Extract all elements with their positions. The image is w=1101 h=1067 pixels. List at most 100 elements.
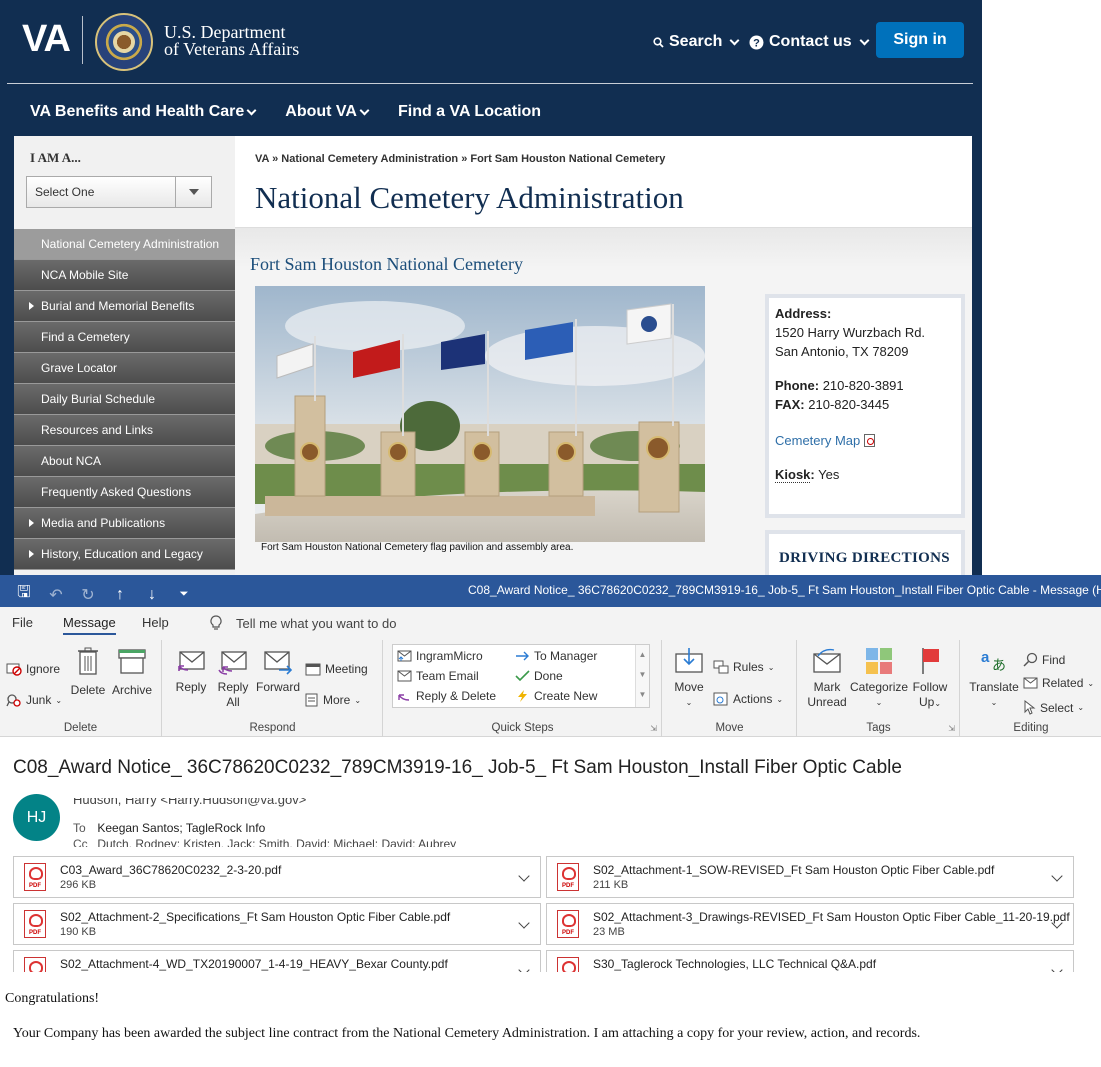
categorize-label: Categorize: [850, 680, 909, 694]
attachment-item[interactable]: S02_Attachment-2_Specifications_Ft Sam H…: [13, 903, 541, 945]
nav-find-location[interactable]: Find a VA Location: [398, 103, 541, 121]
qs-team-email[interactable]: Team Email: [397, 669, 479, 683]
meeting-button[interactable]: Meeting: [305, 662, 368, 676]
va-logo[interactable]: VA: [22, 18, 71, 61]
to-line: To Keegan Santos; TagleRock Info: [73, 821, 265, 835]
sidebar-item-history[interactable]: History, Education and Legacy: [14, 539, 235, 570]
arrow-up-icon[interactable]: ↑: [110, 586, 130, 604]
sender-avatar[interactable]: HJ: [13, 794, 60, 841]
tab-help[interactable]: Help: [142, 615, 169, 630]
kiosk-value: Yes: [818, 467, 840, 482]
group-delete: Ignore Junk ⌄ Delete Archive Delete: [0, 640, 162, 737]
sidebar-item-media[interactable]: Media and Publications: [14, 508, 235, 539]
address-line-1: 1520 Harry Wurzbach Rd.: [775, 325, 926, 340]
sign-in-button[interactable]: Sign in: [876, 22, 964, 58]
qs-to-manager[interactable]: To Manager: [515, 649, 597, 663]
reply-icon: [178, 651, 205, 671]
tab-message[interactable]: Message: [63, 615, 116, 635]
sidebar-item-mobile[interactable]: NCA Mobile Site: [14, 260, 235, 291]
actions-button[interactable]: Actions ⌄: [713, 692, 783, 706]
rules-button[interactable]: Rules ⌄: [713, 660, 774, 674]
attachment-item[interactable]: C03_Award_36C78620C0232_2-3-20.pdf 296 K…: [13, 856, 541, 898]
nav-find-label: Find a VA Location: [397, 103, 542, 120]
search-label: Search: [669, 33, 723, 50]
arrow-down-icon[interactable]: ↓: [142, 586, 162, 604]
ignore-button[interactable]: Ignore: [6, 662, 60, 676]
driving-directions-heading: DRIVING DIRECTIONS: [779, 550, 950, 566]
search-menu[interactable]: Search: [653, 33, 740, 51]
attachment-item[interactable]: S02_Attachment-1_SOW-REVISED_Ft Sam Hous…: [546, 856, 1074, 898]
translate-button[interactable]: aあ Translate ⌄: [965, 646, 1023, 710]
related-button[interactable]: Related ⌄: [1023, 676, 1094, 690]
qs-create-new[interactable]: Create New: [515, 689, 597, 703]
chevron-down-icon[interactable]: [1051, 870, 1063, 882]
forward-button[interactable]: Forward: [255, 648, 301, 695]
chevron-down-icon[interactable]: [518, 870, 530, 882]
nav-benefits[interactable]: VA Benefits and Health Care: [30, 103, 257, 121]
mark-unread-button[interactable]: Mark Unread: [802, 646, 852, 710]
dialog-launcher-icon[interactable]: ⇲: [650, 724, 657, 733]
pdf-file-icon: [557, 957, 579, 972]
more-button[interactable]: More ⌄: [305, 693, 361, 707]
breadcrumb[interactable]: VA » National Cemetery Administration » …: [255, 153, 665, 165]
translate-label: Translate: [969, 680, 1019, 694]
sidebar-item-about-nca[interactable]: About NCA: [14, 446, 235, 477]
customize-qat-icon[interactable]: ⏷: [174, 588, 194, 601]
sidebar-item-label: Resources and Links: [41, 423, 154, 437]
chevron-down-icon[interactable]: [518, 917, 530, 929]
qs-reply-delete[interactable]: Reply & Delete: [397, 689, 496, 703]
tab-file[interactable]: File: [12, 615, 33, 630]
to-recipients[interactable]: Keegan Santos; TagleRock Info: [97, 821, 265, 835]
qs-ingrammicro[interactable]: IngramMicro: [397, 649, 483, 663]
redo-icon[interactable]: ↻: [78, 585, 98, 605]
archive-button[interactable]: Archive: [110, 646, 154, 698]
va-seal-icon[interactable]: [95, 13, 153, 71]
follow-up-button[interactable]: Follow Up⌄: [908, 646, 952, 711]
attachment-item[interactable]: S02_Attachment-3_Drawings-REVISED_Ft Sam…: [546, 903, 1074, 945]
attachment-name: S02_Attachment-4_WD_TX20190007_1-4-19_HE…: [60, 957, 448, 971]
cc-recipients[interactable]: Dutch, Rodney; Kristen, Jack; Smith, Dav…: [97, 837, 456, 847]
chevron-down-icon[interactable]: [1051, 964, 1063, 972]
undo-icon[interactable]: ↶: [46, 585, 66, 605]
sidebar-item-resources[interactable]: Resources and Links: [14, 415, 235, 446]
quick-steps-gallery: IngramMicro To Manager Team Email Done R…: [392, 644, 650, 708]
cemetery-map-link[interactable]: Cemetery Map: [775, 433, 860, 448]
select-label: Select: [1040, 700, 1074, 715]
sidebar-item-nca[interactable]: National Cemetery Administration: [14, 229, 235, 260]
sidebar-item-grave-locator[interactable]: Grave Locator: [14, 353, 235, 384]
junk-button[interactable]: Junk ⌄: [6, 693, 62, 707]
sidebar-item-label: National Cemetery Administration: [41, 237, 220, 251]
reply-button[interactable]: Reply: [171, 648, 211, 695]
nav-about-va[interactable]: About VA: [285, 103, 370, 121]
attachment-item[interactable]: S30_Taglerock Technologies, LLC Technica…: [546, 950, 1074, 972]
attachment-name: S02_Attachment-1_SOW-REVISED_Ft Sam Hous…: [593, 863, 995, 877]
sidebar-item-label: Frequently Asked Questions: [41, 485, 192, 499]
sidebar-item-burial-schedule[interactable]: Daily Burial Schedule: [14, 384, 235, 415]
quick-steps-scroll[interactable]: ▲ ▼ ▼: [635, 645, 649, 707]
sender-line[interactable]: Hudson, Harry <Harry.Hudson@va.gov>: [73, 798, 306, 807]
delete-button[interactable]: Delete: [70, 646, 106, 698]
qs-done[interactable]: Done: [515, 669, 563, 683]
left-sidebar: I AM A... Select One National Cemetery A…: [14, 136, 235, 575]
va-department-name[interactable]: U.S. Department of Veterans Affairs: [164, 23, 299, 58]
i-am-a-select[interactable]: Select One: [26, 176, 212, 208]
find-button[interactable]: Find: [1023, 652, 1065, 667]
chevron-down-icon[interactable]: [518, 964, 530, 972]
contact-menu[interactable]: ? Contact us: [749, 33, 870, 51]
select-button[interactable]: Select ⌄: [1023, 700, 1084, 715]
related-label: Related: [1042, 676, 1084, 690]
move-button[interactable]: Move ⌄: [671, 646, 707, 710]
group-respond: Reply Reply All Forward Meeting More ⌄ Re…: [163, 640, 383, 737]
categorize-button[interactable]: Categorize ⌄: [850, 646, 908, 710]
reply-all-button[interactable]: Reply All: [213, 648, 253, 710]
dropdown-arrow-icon[interactable]: [175, 177, 211, 207]
sidebar-item-burial-benefits[interactable]: Burial and Memorial Benefits: [14, 291, 235, 322]
sidebar-item-find-cemetery[interactable]: Find a Cemetery: [14, 322, 235, 353]
dialog-launcher-icon[interactable]: ⇲: [948, 724, 955, 733]
sidebar-item-faq[interactable]: Frequently Asked Questions: [14, 477, 235, 508]
save-icon[interactable]: 🖫: [14, 581, 34, 608]
contact-label: Contact us: [769, 33, 852, 50]
pdf-file-icon: [24, 863, 46, 891]
tell-me-search[interactable]: Tell me what you want to do: [210, 615, 396, 631]
attachment-item[interactable]: S02_Attachment-4_WD_TX20190007_1-4-19_HE…: [13, 950, 541, 972]
